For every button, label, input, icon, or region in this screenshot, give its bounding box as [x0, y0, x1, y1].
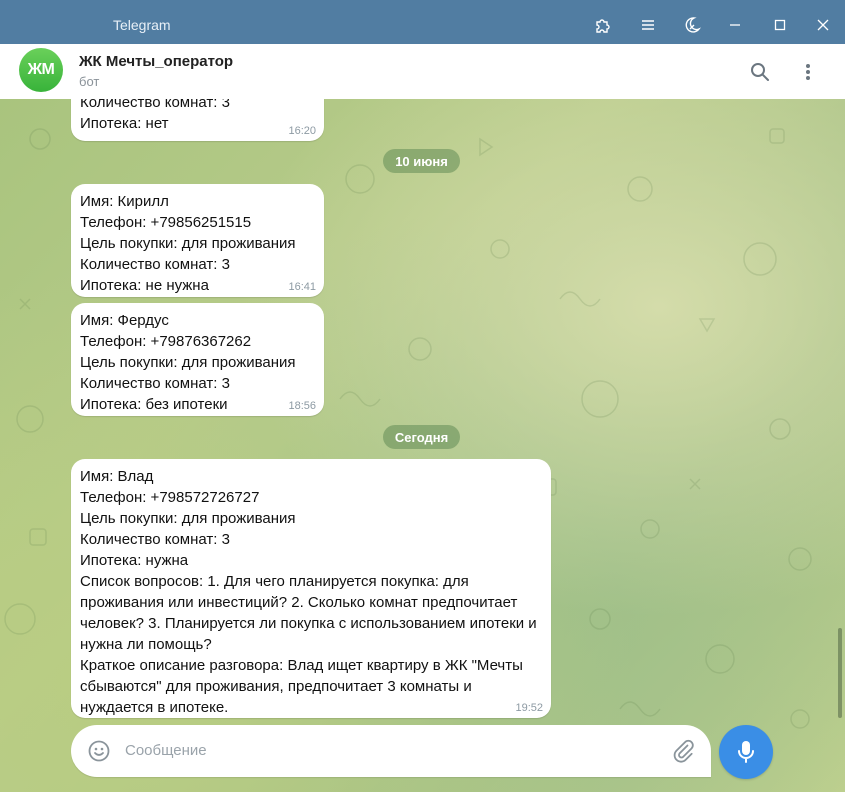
message-line: Имя: Фердус: [80, 312, 169, 329]
message-line: Ипотека: нужна: [80, 552, 189, 569]
message-time: 18:56: [288, 400, 316, 412]
message-line: Количество комнат: 3: [80, 375, 230, 392]
message-input[interactable]: Сообщение: [125, 742, 207, 759]
minimize-icon[interactable]: [720, 10, 750, 40]
message-bubble[interactable]: Имя: Кирилл Телефон: +79856251515 Цель п…: [71, 184, 324, 297]
message-line: Ипотека: без ипотеки: [80, 396, 228, 413]
chat-status: бот: [79, 74, 100, 89]
message-line: Телефон: +79876367262: [80, 333, 252, 350]
message-line: Имя: Кирилл: [80, 193, 169, 210]
chat-header: ЖМ ЖК Мечты_оператор бот: [0, 44, 845, 100]
date-separator: Сегодня: [383, 425, 460, 449]
message-line: Цель покупки: для проживания: [80, 354, 296, 371]
message-time: 19:52: [515, 702, 543, 714]
chat-scrollbar[interactable]: [838, 628, 842, 718]
message-line: Количество комнат: 3: [80, 531, 230, 548]
message-bubble[interactable]: Имя: Фердус Телефон: +79876367262 Цель п…: [71, 303, 324, 416]
message-line: Количество комнат: 3: [80, 99, 230, 111]
close-icon[interactable]: [808, 10, 838, 40]
chat-title[interactable]: ЖК Мечты_оператор: [79, 53, 233, 70]
emoji-icon[interactable]: [87, 739, 111, 763]
message-line: Цель покупки: для проживания: [80, 510, 296, 527]
night-mode-icon[interactable]: [677, 10, 707, 40]
microphone-icon: [738, 741, 754, 763]
message-composer: Сообщение: [71, 725, 711, 777]
maximize-icon[interactable]: [765, 10, 795, 40]
puzzle-icon[interactable]: [588, 10, 618, 40]
message-line: Ипотека: нет: [80, 115, 169, 132]
message-line: Телефон: +798572726727: [80, 489, 260, 506]
more-icon[interactable]: [794, 58, 822, 86]
message-questions: Список вопросов: 1. Для чего планируется…: [80, 573, 537, 653]
microphone-button[interactable]: [719, 725, 773, 779]
attach-icon[interactable]: [671, 739, 695, 763]
message-line: Ипотека: не нужна: [80, 277, 209, 294]
message-line: Цель покупки: для проживания: [80, 235, 296, 252]
message-summary: Краткое описание разговора: Влад ищет кв…: [80, 657, 523, 716]
search-icon[interactable]: [746, 58, 774, 86]
message-line: Телефон: +79856251515: [80, 214, 252, 231]
window-titlebar: Telegram: [0, 0, 845, 50]
message-bubble[interactable]: Имя: Влад Телефон: +798572726727 Цель по…: [71, 459, 551, 718]
message-time: 16:41: [288, 281, 316, 293]
message-line: Имя: Влад: [80, 468, 154, 485]
avatar[interactable]: ЖМ: [19, 48, 63, 92]
window-title: Telegram: [113, 17, 171, 33]
chat-area[interactable]: Количество комнат: 3 Ипотека: нет 16:20 …: [0, 99, 845, 792]
date-separator: 10 июня: [383, 149, 460, 173]
message-time: 16:20: [288, 125, 316, 137]
message-bubble[interactable]: Количество комнат: 3 Ипотека: нет 16:20: [71, 99, 324, 141]
menu-icon[interactable]: [633, 10, 663, 40]
message-line: Количество комнат: 3: [80, 256, 230, 273]
